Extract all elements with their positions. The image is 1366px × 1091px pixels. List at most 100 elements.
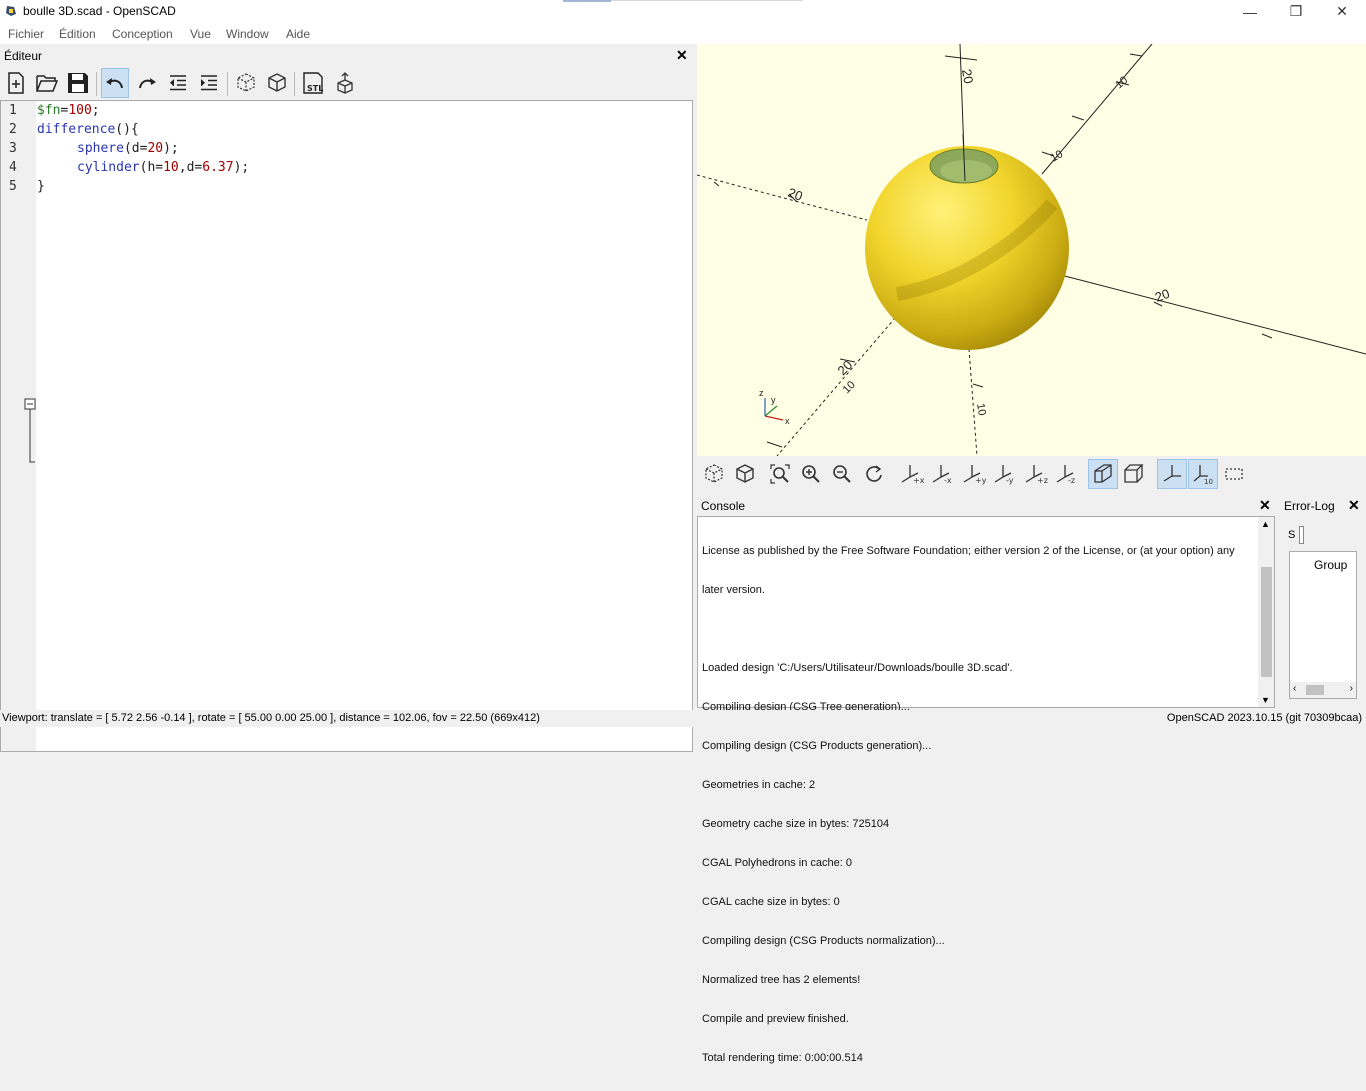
preview-button[interactable] <box>232 68 260 98</box>
gizmo-x-label: x <box>785 416 790 426</box>
3d-viewport[interactable]: 20 10 10 20 20 10 10 20 z y x <box>697 44 1366 456</box>
view-back-button[interactable]: +y <box>959 459 989 489</box>
console-line: later version. <box>702 584 765 596</box>
console-line: Total rendering time: 0:00:00.514 <box>702 1052 863 1064</box>
minimize-button[interactable]: — <box>1227 0 1273 23</box>
axis-label: 10 <box>841 379 858 396</box>
scroll-up-icon[interactable]: ▲ <box>1261 519 1270 529</box>
error-log-filter[interactable] <box>1299 526 1304 544</box>
new-file-icon <box>8 72 24 94</box>
zoom-out-button[interactable] <box>827 459 857 489</box>
orthogonal-button[interactable] <box>1119 459 1149 489</box>
view-bottom-icon: -z <box>1056 465 1075 485</box>
indent-icon <box>201 75 217 91</box>
preview-view-button[interactable] <box>699 459 729 489</box>
console-line: Compiling design (CSG Products normaliza… <box>702 935 945 947</box>
indent-button[interactable] <box>195 68 223 98</box>
show-scale-icon: 10 <box>1193 465 1213 485</box>
view-toolbar: +x -x +y -y +z -z 10 <box>697 456 1366 492</box>
undo-button[interactable] <box>101 68 129 98</box>
perspective-button[interactable] <box>1088 459 1118 489</box>
axis-label: 10 <box>974 402 988 416</box>
view-left-button[interactable]: -x <box>928 459 958 489</box>
line-gutter: 1 2 3 4 5 <box>1 101 36 751</box>
scroll-down-icon[interactable]: ▼ <box>1261 695 1270 705</box>
error-log-panel: Error-Log ✕ S Group ‹ › <box>1280 494 1366 708</box>
export-stl-button[interactable]: STL <box>299 68 327 98</box>
console-line: CGAL Polyhedrons in cache: 0 <box>702 857 853 869</box>
console-line: Geometries in cache: 2 <box>702 779 816 791</box>
code-editor[interactable]: 1 2 3 4 5 $fn=100; difference(){ sphere(… <box>0 100 693 752</box>
view-front-button[interactable]: -y <box>990 459 1020 489</box>
menu-vue[interactable]: Vue <box>190 27 211 41</box>
send-to-print-icon <box>337 72 353 94</box>
version-status: OpenSCAD 2023.10.15 (git 70309bcaa) <box>1166 712 1362 724</box>
line-number: 5 <box>9 179 17 194</box>
view-all-button[interactable] <box>765 459 795 489</box>
title-accent-line <box>611 0 803 1</box>
stl-label: STL <box>307 84 323 93</box>
reset-view-button[interactable] <box>859 459 889 489</box>
title-bar: boulle 3D.scad - OpenSCAD — ❐ ✕ <box>0 0 1366 23</box>
show-edges-button[interactable] <box>1219 459 1249 489</box>
error-log-hscroll[interactable]: ‹ › <box>1290 682 1356 698</box>
svg-text:+x: +x <box>913 476 924 485</box>
show-scale-button[interactable]: 10 <box>1188 459 1218 489</box>
render-button[interactable] <box>263 68 291 98</box>
restore-button[interactable]: ❐ <box>1273 0 1319 23</box>
menu-conception[interactable]: Conception <box>112 27 173 41</box>
console-close-icon[interactable]: ✕ <box>1259 497 1271 514</box>
editor-close-icon[interactable]: ✕ <box>676 47 688 64</box>
redo-icon <box>139 78 156 89</box>
view-right-button[interactable]: +x <box>897 459 927 489</box>
close-icon: ✕ <box>1336 3 1348 19</box>
show-axes-icon <box>1163 465 1181 482</box>
view-top-button[interactable]: +z <box>1021 459 1051 489</box>
code-line-4: cylinder(h=10,d=6.37); <box>77 160 250 175</box>
view-back-icon: +y <box>963 465 986 485</box>
menu-aide[interactable]: Aide <box>286 27 310 41</box>
error-log-table[interactable]: Group ‹ › <box>1289 551 1357 699</box>
unindent-button[interactable] <box>164 68 192 98</box>
error-log-column-group: Group <box>1314 558 1348 572</box>
redo-button[interactable] <box>133 68 161 98</box>
show-edges-icon <box>1225 468 1243 480</box>
new-file-button[interactable] <box>2 68 30 98</box>
axis-label: 20 <box>1153 286 1172 305</box>
gizmo-z-label: z <box>759 388 764 398</box>
menu-fichier[interactable]: Fichier <box>8 27 44 41</box>
render-icon <box>268 73 286 92</box>
save-icon <box>68 73 88 93</box>
svg-text:10: 10 <box>1204 478 1213 485</box>
view-bottom-button[interactable]: -z <box>1052 459 1082 489</box>
axis-label: 20 <box>959 68 976 85</box>
error-log-close-icon[interactable]: ✕ <box>1348 497 1360 514</box>
console-scroll-thumb[interactable] <box>1261 567 1272 677</box>
view-right-icon: +x <box>901 465 924 485</box>
console-title: Console <box>701 499 746 513</box>
console-scrollbar[interactable]: ▲ ▼ <box>1258 517 1274 707</box>
show-axes-button[interactable] <box>1157 459 1187 489</box>
close-button[interactable]: ✕ <box>1319 0 1365 23</box>
openscad-logo-icon <box>6 6 16 16</box>
console-panel: Console ✕ License as published by the Fr… <box>697 494 1277 1064</box>
console-line: Normalized tree has 2 elements! <box>702 974 861 986</box>
menu-bar: Fichier Édition Conception Vue Window Ai… <box>0 23 1366 44</box>
render-view-button[interactable] <box>730 459 760 489</box>
view-left-icon: -x <box>932 465 952 485</box>
console-line: Loaded design 'C:/Users/Utilisateur/Down… <box>702 662 1013 674</box>
menu-edition[interactable]: Édition <box>59 27 96 41</box>
fold-marker[interactable] <box>24 101 36 751</box>
axes-gizmo: z y x <box>759 388 790 426</box>
send-to-print-button[interactable] <box>331 68 359 98</box>
preview-icon <box>237 73 255 92</box>
console-line: Geometry cache size in bytes: 725104 <box>702 818 890 830</box>
scene-svg: 20 10 10 20 20 10 10 20 z y x <box>697 44 1366 456</box>
axis-x-negative <box>697 174 868 221</box>
preview-icon <box>705 464 723 483</box>
open-file-button[interactable] <box>33 68 61 98</box>
console-output[interactable]: License as published by the Free Softwar… <box>697 516 1275 1064</box>
menu-window[interactable]: Window <box>226 27 269 41</box>
save-button[interactable] <box>64 68 92 98</box>
zoom-in-button[interactable] <box>796 459 826 489</box>
